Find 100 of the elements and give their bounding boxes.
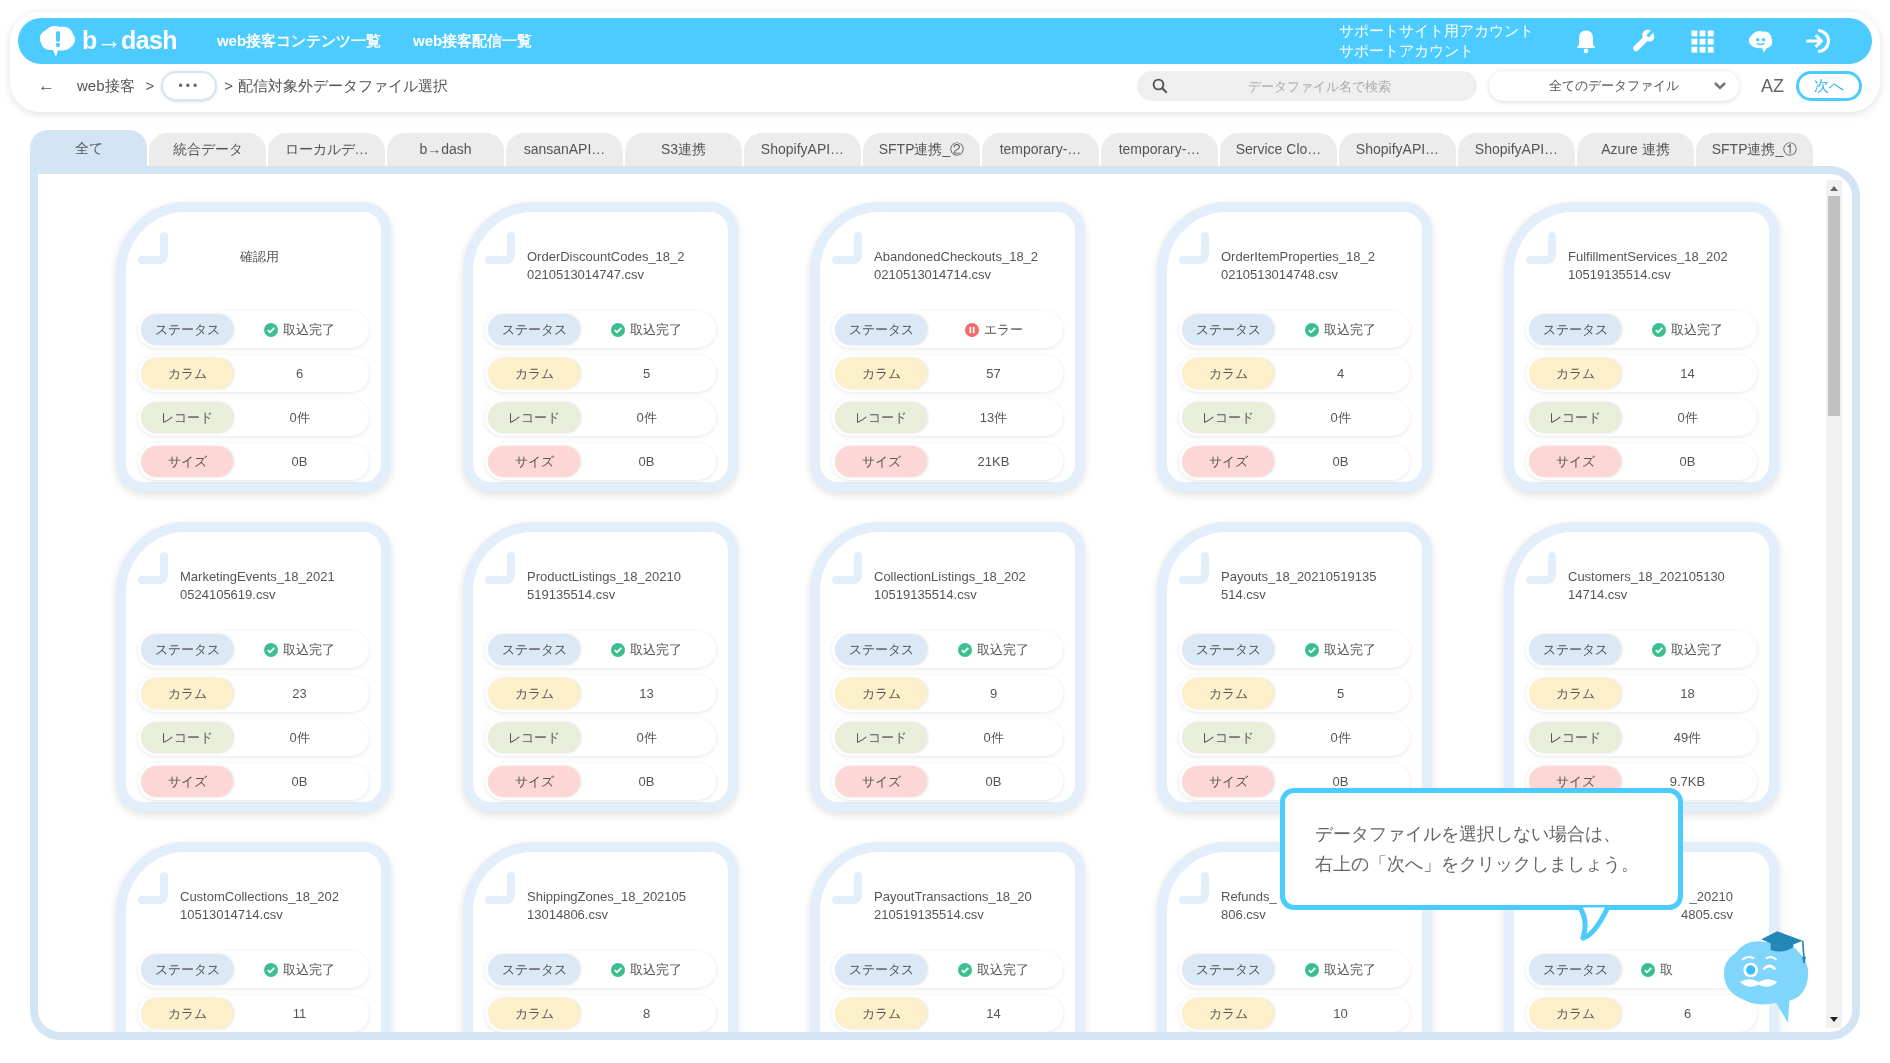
- file-name: 確認用: [239, 248, 280, 266]
- scroll-thumb[interactable]: [1828, 196, 1840, 416]
- scrollbar[interactable]: [1826, 180, 1842, 1028]
- tab[interactable]: SFTP連携_②: [863, 133, 980, 166]
- info-label: ステータス: [1529, 954, 1621, 985]
- status-value: 取込完了: [1324, 320, 1376, 339]
- info-value: 0件: [1330, 408, 1351, 427]
- info-label: ステータス: [1529, 634, 1621, 665]
- scroll-down-icon[interactable]: [1829, 1016, 1839, 1024]
- info-label: カラム: [1182, 998, 1274, 1029]
- file-name: Refunds_ 806.csv: [1220, 888, 1278, 924]
- info-label: レコード: [141, 402, 233, 433]
- file-name: AbandonedCheckouts_18_2 0210513014714.csv: [873, 248, 1040, 284]
- status-value: 取: [1660, 960, 1673, 979]
- info-label: ステータス: [1182, 314, 1274, 345]
- info-value: 23: [292, 684, 307, 703]
- status-value: 取込完了: [977, 960, 1029, 979]
- file-card[interactable]: CollectionListings_18_202 10519135514.csv ステータス 取込完了 カラム 9 レコード 0件 サイズ 0B: [810, 522, 1085, 812]
- logout-icon[interactable]: [1804, 27, 1832, 55]
- info-label: サイズ: [488, 446, 580, 477]
- tab[interactable]: 全て: [30, 130, 147, 166]
- info-value: 0B: [985, 772, 1002, 791]
- tab[interactable]: temporary-…: [982, 133, 1099, 166]
- tab[interactable]: 統合データ: [149, 133, 266, 166]
- status-value: エラー: [983, 320, 1023, 339]
- file-card[interactable]: Customers_18_202105130 14714.csv ステータス 取込完了 カラム 18 レコード 49件 サイズ 9.7KB: [1504, 522, 1779, 812]
- info-value: 9: [989, 684, 998, 703]
- info-label: レコード: [1182, 402, 1274, 433]
- info-label: ステータス: [1182, 634, 1274, 665]
- file-card[interactable]: OrderDiscountCodes_18_2 0210513014747.csv ステータス 取込完了 カラム 5 レコード 0件 サイズ 0B: [463, 202, 738, 492]
- file-card[interactable]: 確認用 ステータス 取込完了 カラム 6 レコード 0件 サイズ 0B: [116, 202, 391, 492]
- tab[interactable]: ShopifyAPI…: [744, 133, 861, 166]
- info-label: レコード: [1182, 722, 1274, 753]
- info-label: カラム: [1529, 998, 1621, 1029]
- info-label: レコード: [488, 402, 580, 433]
- file-name: CollectionListings_18_202 10519135514.csv: [873, 568, 1027, 604]
- data-file-dropdown[interactable]: 全てのデータファイル: [1489, 71, 1739, 101]
- tab[interactable]: ShopifyAPI…: [1339, 133, 1456, 166]
- info-value: 8: [642, 1004, 651, 1023]
- tab[interactable]: Service Clo…: [1220, 133, 1337, 166]
- file-card[interactable]: MarketingEvents_18_2021 0524105619.csv ステータス 取込完了 カラム 23 レコード 0件 サイズ 0B: [116, 522, 391, 812]
- info-label: レコード: [141, 722, 233, 753]
- info-value: 9.7KB: [1669, 772, 1706, 791]
- info-label: カラム: [141, 358, 233, 389]
- tab[interactable]: S3連携: [625, 133, 742, 166]
- file-card[interactable]: FulfillmentServices_18_202 10519135514.csv ステータス 取込完了 カラム 14 レコード 0件 サイズ 0B: [1504, 202, 1779, 492]
- file-card[interactable]: ProductListings_18_20210 519135514.csv ステータス 取込完了 カラム 13 レコード 0件 サイズ 0B: [463, 522, 738, 812]
- info-label: レコード: [1529, 722, 1621, 753]
- info-value: 0件: [1330, 728, 1351, 747]
- file-card[interactable]: AbandonedCheckouts_18_2 0210513014714.csv ステータス エラー カラム 57 レコード 13件 サイズ 21KB: [810, 202, 1085, 492]
- info-value: 11: [292, 1004, 307, 1023]
- tab[interactable]: temporary-…: [1101, 133, 1218, 166]
- info-value: 0件: [983, 728, 1004, 747]
- back-button[interactable]: ←: [38, 73, 55, 99]
- file-name: OrderDiscountCodes_18_2 0210513014747.csv: [526, 248, 686, 284]
- sort-button[interactable]: AZ: [1761, 72, 1784, 100]
- tab[interactable]: SFTP連携_①: [1696, 133, 1813, 166]
- tab[interactable]: Azure 連携: [1577, 133, 1694, 166]
- info-value: 5: [1336, 684, 1345, 703]
- file-name: ProductListings_18_20210 519135514.csv: [526, 568, 682, 604]
- info-label: サイズ: [141, 446, 233, 477]
- logo-text: b→dash: [82, 25, 177, 57]
- info-label: サイズ: [1182, 766, 1274, 797]
- info-label: サイズ: [835, 766, 927, 797]
- info-label: ステータス: [1529, 314, 1621, 345]
- status-value: 取込完了: [630, 960, 682, 979]
- info-label: サイズ: [1529, 446, 1621, 477]
- status-value: 取込完了: [630, 320, 682, 339]
- logo-icon: [38, 24, 78, 58]
- info-label: カラム: [835, 998, 927, 1029]
- file-name: ShippingZones_18_202105 13014806.csv: [526, 888, 688, 924]
- file-card[interactable]: CustomCollections_18_202 10513014714.csv ステータス 取込完了 カラム 11: [116, 842, 391, 1032]
- file-card[interactable]: PayoutTransactions_18_20 210519135514.csv ステータス 取込完了 カラム 14: [810, 842, 1085, 1032]
- info-value: 4: [1336, 364, 1345, 383]
- file-card[interactable]: Payouts_18_20210519135 514.csv ステータス 取込完了 カラム 5 レコード 0件 サイズ 0B: [1157, 522, 1432, 812]
- info-label: サイズ: [141, 766, 233, 797]
- status-value: 取込完了: [630, 640, 682, 659]
- info-label: ステータス: [488, 954, 580, 985]
- status-value: 取込完了: [283, 640, 335, 659]
- tab[interactable]: ローカルデ…: [268, 133, 385, 166]
- tab[interactable]: ShopifyAPI…: [1458, 133, 1575, 166]
- more-button[interactable]: •••: [161, 71, 218, 101]
- file-card[interactable]: ShippingZones_18_202105 13014806.csv ステータス 取込完了 カラム 8: [463, 842, 738, 1032]
- info-value: 0件: [289, 728, 310, 747]
- info-value: 0B: [1332, 772, 1349, 791]
- info-label: レコード: [835, 722, 927, 753]
- scroll-up-icon[interactable]: [1829, 184, 1839, 192]
- info-label: カラム: [488, 998, 580, 1029]
- file-card[interactable]: OrderItemProperties_18_2 0210513014748.csv ステータス 取込完了 カラム 4 レコード 0件 サイズ 0B: [1157, 202, 1432, 492]
- breadcrumb-separator: >: [145, 75, 155, 96]
- info-label: カラム: [488, 678, 580, 709]
- tab[interactable]: b→dash: [387, 133, 504, 166]
- status-value: 取込完了: [977, 640, 1029, 659]
- info-value: 49件: [1673, 728, 1702, 747]
- info-value: 13: [639, 684, 654, 703]
- info-value: 14: [1680, 364, 1695, 383]
- tab[interactable]: sansanAPI…: [506, 133, 623, 166]
- breadcrumb-link[interactable]: web接客: [77, 74, 135, 98]
- info-label: サイズ: [835, 446, 927, 477]
- info-value: 0件: [289, 408, 310, 427]
